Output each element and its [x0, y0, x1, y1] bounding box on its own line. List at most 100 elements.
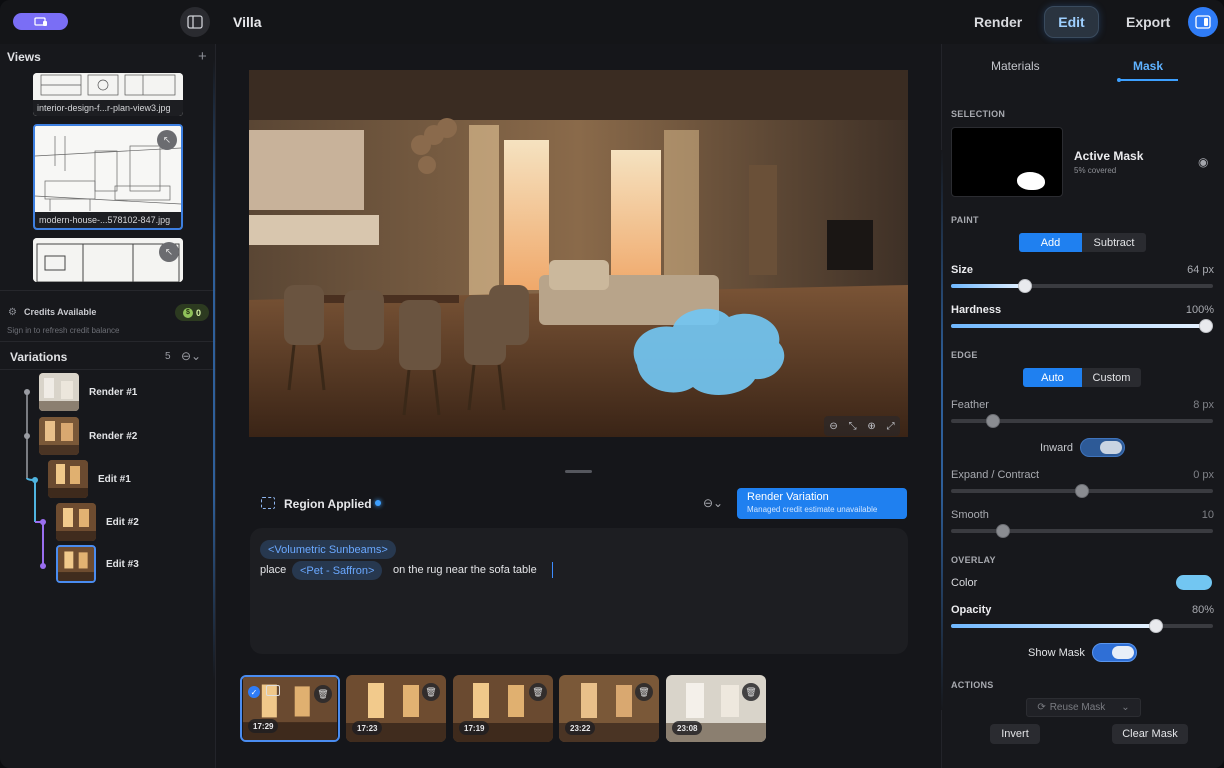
credits-gear-icon: ⚙: [8, 307, 17, 318]
variation-thumbnail: [48, 460, 88, 498]
variation-thumbnail: [56, 503, 96, 541]
expand-contract-slider-thumb[interactable]: [1075, 484, 1089, 498]
show-mask-toggle[interactable]: [1092, 643, 1137, 662]
delete-icon[interactable]: 🗑: [742, 683, 760, 701]
top-bar: Villa Render Edit Export: [0, 0, 1224, 44]
feather-slider-thumb[interactable]: [986, 414, 1000, 428]
history-item[interactable]: 🗑 23:08: [666, 675, 766, 742]
prompt-tag[interactable]: <Volumetric Sunbeams>: [260, 540, 396, 559]
show-mask-toggle-knob: [1112, 646, 1134, 659]
sidebar-icon: [187, 15, 203, 29]
divider: [0, 341, 216, 342]
size-slider[interactable]: [951, 279, 1213, 293]
active-tab-indicator-dot: [1117, 78, 1121, 82]
history-item[interactable]: 🗑 23:22: [559, 675, 659, 742]
view-thumbnail[interactable]: ↖: [33, 238, 183, 282]
credits-label: Credits Available: [24, 307, 97, 317]
prompt-tag[interactable]: <Pet - Saffron>: [292, 561, 383, 580]
reuse-mask-label: Reuse Mask: [1049, 702, 1106, 713]
expand-contract-value: 0 px: [1193, 469, 1214, 481]
delete-icon[interactable]: 🗑: [529, 683, 547, 701]
fit-icon[interactable]: ⤡: [849, 421, 857, 432]
smooth-slider-thumb[interactable]: [996, 524, 1010, 538]
history-item-selected[interactable]: ✓ 🗑 17:29: [240, 675, 340, 742]
eye-icon[interactable]: ◉: [1198, 155, 1208, 169]
feather-slider[interactable]: [951, 414, 1213, 428]
variation-item[interactable]: Edit #2: [56, 503, 139, 541]
tab-materials[interactable]: Materials: [991, 59, 1040, 73]
hardness-value: 100%: [1185, 304, 1214, 316]
variation-item[interactable]: Render #2: [39, 417, 137, 455]
selected-check-icon: ✓: [248, 686, 260, 698]
variations-menu-icon[interactable]: ⊖⌄: [181, 349, 201, 363]
prompt-options-icon[interactable]: ⊖⌄: [703, 496, 723, 510]
rendered-interior-image: [249, 70, 908, 437]
clear-mask-button[interactable]: Clear Mask: [1112, 724, 1188, 744]
region-status-dot: [375, 500, 381, 506]
history-item[interactable]: 🗑 17:19: [453, 675, 553, 742]
tab-mask[interactable]: Mask: [1133, 59, 1163, 73]
app-window: Villa Render Edit Export Views + interio…: [0, 0, 1224, 768]
variation-item[interactable]: Edit #1: [48, 460, 131, 498]
overlay-color-swatch[interactable]: [1176, 575, 1212, 590]
paint-subtract-button[interactable]: Subtract: [1082, 233, 1146, 252]
left-sidebar-toggle-button[interactable]: [180, 7, 210, 37]
refresh-icon: ⟳: [1037, 702, 1046, 713]
reuse-mask-button[interactable]: ⟳ Reuse Mask ⌄: [1026, 698, 1141, 717]
fullscreen-icon[interactable]: ⤢: [887, 421, 895, 432]
history-item[interactable]: 🗑 17:23: [346, 675, 446, 742]
delete-icon[interactable]: 🗑: [314, 685, 332, 703]
credits-badge[interactable]: $ 0: [175, 304, 209, 321]
smooth-slider[interactable]: [951, 524, 1213, 538]
expand-contract-slider[interactable]: [951, 484, 1213, 498]
add-view-icon[interactable]: +: [198, 48, 207, 65]
show-mask-label: Show Mask: [1028, 647, 1085, 659]
hardness-slider[interactable]: [951, 319, 1213, 333]
render-variation-title: Render Variation: [747, 491, 829, 503]
variation-thumbnail: [39, 373, 79, 411]
size-slider-thumb[interactable]: [1018, 279, 1032, 293]
panel-icon: [1195, 15, 1211, 29]
expand-icon[interactable]: ↖: [159, 242, 179, 262]
invert-button[interactable]: Invert: [990, 724, 1040, 744]
opacity-slider[interactable]: [951, 619, 1213, 633]
history-time: 23:22: [565, 721, 596, 735]
variation-thumbnail: [56, 545, 96, 583]
history-time: 23:08: [672, 721, 703, 735]
render-variation-button[interactable]: Render Variation Managed credit estimate…: [737, 488, 907, 519]
expand-icon[interactable]: ↖: [157, 130, 177, 150]
size-value: 64 px: [1187, 264, 1214, 276]
resize-handle[interactable]: [565, 470, 592, 473]
edge-auto-button[interactable]: Auto: [1023, 368, 1082, 387]
mask-preview-shape: [1017, 172, 1045, 190]
zoom-in-icon[interactable]: ⊕: [867, 421, 875, 432]
edge-custom-button[interactable]: Custom: [1082, 368, 1141, 387]
render-canvas[interactable]: [249, 70, 908, 437]
project-title: Villa: [233, 14, 262, 30]
zoom-out-icon[interactable]: ⊖: [829, 421, 837, 432]
view-thumbnail-selected[interactable]: ↖ modern-house-...578102-847.jpg: [33, 124, 183, 230]
variation-item[interactable]: Render #1: [39, 373, 137, 411]
left-sidebar: Views + interior-design-f...r-plan-view3…: [0, 44, 216, 768]
active-mask-coverage: 5% covered: [1074, 166, 1117, 175]
history-time: 17:19: [459, 721, 490, 735]
opacity-slider-thumb[interactable]: [1149, 619, 1163, 633]
paint-add-button[interactable]: Add: [1019, 233, 1082, 252]
variation-item-active[interactable]: Edit #3: [56, 545, 139, 583]
view-thumbnail[interactable]: interior-design-f...r-plan-view3.jpg: [33, 73, 183, 116]
inward-toggle[interactable]: [1080, 438, 1125, 457]
prompt-input[interactable]: <Volumetric Sunbeams> place <Pet - Saffr…: [250, 528, 908, 654]
mode-edit-button[interactable]: Edit: [1044, 6, 1099, 38]
hardness-slider-thumb[interactable]: [1199, 319, 1213, 333]
monitor-icon: [266, 685, 280, 696]
smooth-label: Smooth: [951, 509, 989, 521]
overlay-color-label: Color: [951, 577, 978, 589]
mode-render-button[interactable]: Render: [962, 6, 1034, 38]
app-logo-button[interactable]: [13, 13, 68, 30]
size-slider-fill: [951, 284, 1025, 288]
delete-icon[interactable]: 🗑: [422, 683, 440, 701]
views-title: Views: [7, 50, 41, 64]
mode-export-button[interactable]: Export: [1114, 6, 1182, 38]
delete-icon[interactable]: 🗑: [635, 683, 653, 701]
right-panel-toggle-button[interactable]: [1188, 7, 1218, 37]
